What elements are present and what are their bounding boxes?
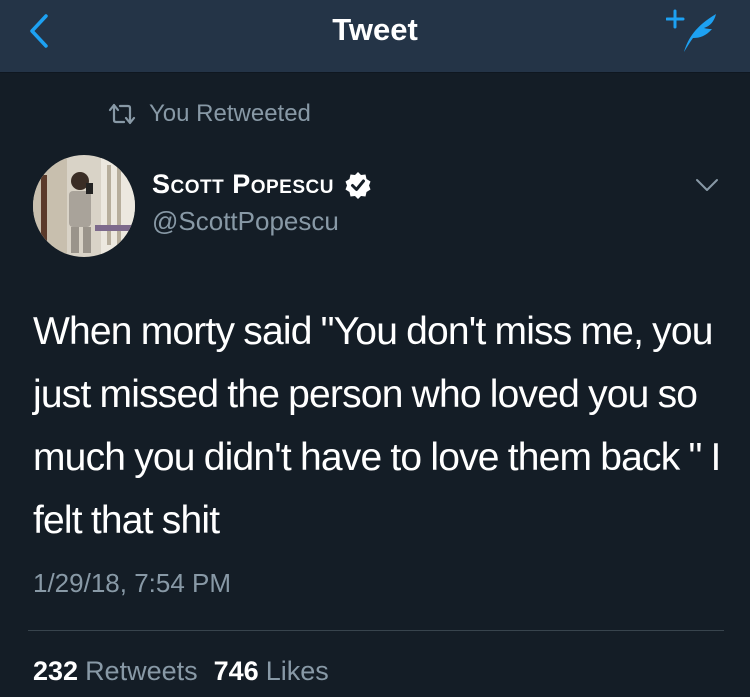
chevron-left-icon[interactable] bbox=[22, 14, 58, 50]
retweet-context-label: You Retweeted bbox=[149, 100, 311, 127]
chevron-down-icon[interactable] bbox=[694, 174, 720, 196]
retweets-count: 232 bbox=[33, 656, 79, 686]
compose-tweet-icon[interactable] bbox=[665, 8, 720, 54]
author-name-label: Scott Popescu bbox=[152, 169, 334, 199]
tweet-timestamp: 1/29/18, 7:54 PM bbox=[33, 568, 232, 598]
page-title: Tweet bbox=[332, 12, 418, 47]
likes-stat[interactable]: 746 Likes bbox=[214, 656, 329, 687]
tweet-text: When morty said "You don't miss me, you … bbox=[33, 310, 721, 542]
likes-count: 746 bbox=[213, 656, 259, 686]
avatar[interactable] bbox=[33, 155, 135, 257]
likes-label: Likes bbox=[265, 656, 329, 686]
author-name[interactable]: Scott Popescu bbox=[152, 169, 372, 200]
verified-badge-icon bbox=[344, 171, 372, 199]
tweet-stats: 232 Retweets 746 Likes bbox=[33, 656, 329, 687]
author-handle[interactable]: @ScottPopescu bbox=[152, 206, 339, 237]
navigation-bar: Tweet bbox=[0, 0, 750, 73]
retweets-stat[interactable]: 232 Retweets bbox=[33, 656, 198, 687]
retweets-label: Retweets bbox=[85, 656, 198, 686]
divider bbox=[28, 630, 724, 631]
retweet-icon bbox=[107, 103, 137, 125]
retweet-context: You Retweeted bbox=[107, 98, 311, 130]
